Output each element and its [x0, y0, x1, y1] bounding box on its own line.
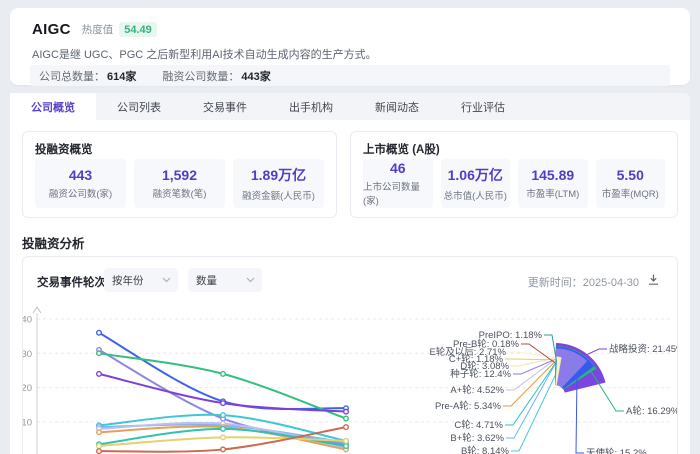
svg-text:B+轮: 3.62%: B+轮: 3.62%	[450, 432, 504, 444]
svg-text:A轮: 16.29%: A轮: 16.29%	[626, 405, 678, 417]
svg-text:战略投资: 21.45%: 战略投资: 21.45%	[609, 343, 678, 355]
stat-listed-count: 46 上市公司数量(家)	[363, 159, 433, 208]
download-icon[interactable]	[647, 273, 661, 287]
stat-funded-companies: 443 融资公司数(家)	[35, 159, 126, 208]
metric-filter-dropdown[interactable]: 数量	[188, 268, 262, 292]
stat-market-cap: 1.06万亿 总市值(人民币)	[440, 159, 510, 208]
svg-text:10: 10	[23, 417, 32, 428]
update-time: 更新时间：2025-04-30	[527, 277, 639, 289]
svg-text:A+轮: 4.52%: A+轮: 4.52%	[450, 384, 504, 396]
chevron-down-icon	[246, 277, 255, 283]
heat-index-label: 热度值	[81, 24, 114, 36]
transaction-rounds-line-and-pie-chart: 10 20 30 40 战略投资: 21.45% A轮: 16.29% 天使轮: 15.2%…	[23, 306, 678, 454]
stat-pe-ltm: 145.89 市盈率(LTM)	[518, 159, 588, 208]
svg-text:Pre-A轮: 5.34%: Pre-A轮: 5.34%	[435, 400, 502, 412]
year-filter-value: 按年份	[112, 274, 144, 287]
chevron-down-icon	[162, 277, 171, 283]
year-filter-dropdown[interactable]: 按年份	[104, 268, 178, 292]
tab-news[interactable]: 新闻动态	[354, 93, 440, 120]
total-companies-stat: 公司总数量： 614家	[39, 70, 137, 83]
svg-text:B轮: 8.14%: B轮: 8.14%	[461, 445, 510, 454]
listed-overview-stats: 46 上市公司数量(家) 1.06万亿 总市值(人民币) 145.89 市盈率(…	[363, 159, 665, 208]
header-stats-bar: 公司总数量： 614家 融资公司数量： 443家	[30, 65, 670, 86]
aigc-dashboard-page: { "header": { "title": "AIGC", "heat_lab…	[0, 0, 700, 454]
industry-description: AIGC是继 UGC、PGC 之后新型利用AI技术自动生成内容的生产方式。	[32, 49, 377, 61]
tab-investors[interactable]: 出手机构	[268, 93, 354, 120]
svg-text:天使轮: 15.2%: 天使轮: 15.2%	[586, 447, 647, 454]
stat-pe-mqr: 5.50 市盈率(MQR)	[595, 159, 665, 208]
tab-company-list[interactable]: 公司列表	[96, 93, 182, 120]
funding-overview-title: 投融资概览	[35, 144, 93, 156]
tab-strip: 公司概览 公司列表 交易事件 出手机构 新闻动态 行业评估	[10, 93, 690, 120]
metric-filter-value: 数量	[196, 274, 217, 287]
tab-company-overview[interactable]: 公司概览	[10, 93, 96, 120]
tab-industry-rating[interactable]: 行业评估	[440, 93, 526, 120]
listed-overview-title: 上市概览 (A股)	[363, 144, 440, 156]
funding-overview-stats: 443 融资公司数(家) 1,592 融资笔数(笔) 1.89万亿 融资金额(人…	[35, 159, 324, 208]
funding-overview-card: 投融资概览 443 融资公司数(家) 1,592 融资笔数(笔) 1.89万亿 …	[22, 131, 337, 218]
heat-index-badge: 54.49	[119, 22, 157, 37]
svg-text:30: 30	[23, 349, 32, 360]
tab-transactions[interactable]: 交易事件	[182, 93, 268, 120]
stat-funding-amount: 1.89万亿 融资金额(人民币)	[233, 159, 324, 208]
svg-text:20: 20	[23, 383, 32, 394]
header-card: AIGC 热度值 54.49 AIGC是继 UGC、PGC 之后新型利用AI技术…	[10, 8, 690, 86]
funded-companies-stat: 融资公司数量： 443家	[162, 70, 271, 83]
page-title: AIGC	[32, 21, 71, 38]
analysis-chart-card: 交易事件轮次分析 按年份 数量 更新时间：2025-04-30 10203040…	[22, 256, 678, 454]
title-row: AIGC 热度值 54.49	[32, 21, 157, 38]
svg-text:PreIPO: 1.18%: PreIPO: 1.18%	[479, 330, 543, 341]
stat-funding-rounds: 1,592 融资笔数(笔)	[134, 159, 225, 208]
listed-overview-card: 上市概览 (A股) 46 上市公司数量(家) 1.06万亿 总市值(人民币) 1…	[350, 131, 678, 218]
svg-text:40: 40	[23, 314, 32, 325]
chart-area: 10 20 30 40 战略投资: 21.45% A轮: 16.29% 天使轮: 15.2%…	[23, 305, 678, 454]
svg-text:C轮: 4.71%: C轮: 4.71%	[454, 419, 503, 431]
analysis-section-title: 投融资分析	[22, 237, 85, 251]
